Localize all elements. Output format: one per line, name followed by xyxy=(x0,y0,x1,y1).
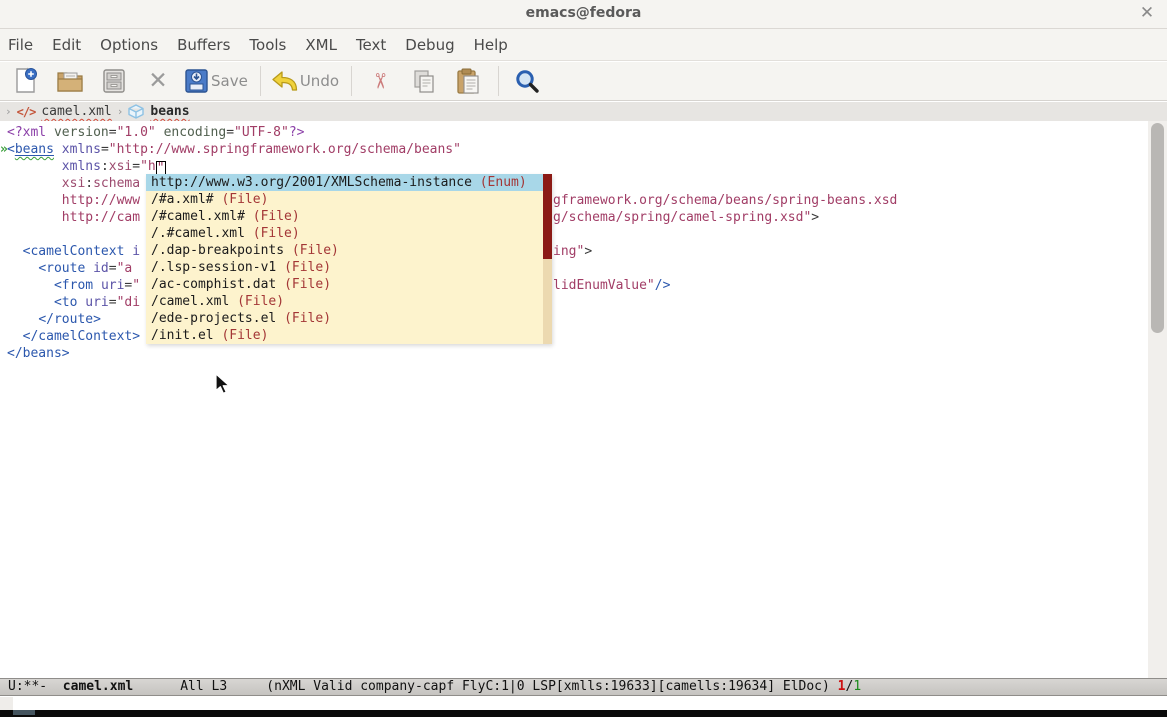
undo-icon xyxy=(271,70,298,92)
editor-buffer[interactable]: » <?xml version="1.0" encoding="UTF-8"?>… xyxy=(0,121,1148,678)
completion-item[interactable]: http://www.w3.org/2001/XMLSchema-instanc… xyxy=(146,174,552,191)
breadcrumb-separator-icon: › xyxy=(117,105,124,118)
popup-scrollbar[interactable] xyxy=(543,174,552,344)
mouse-pointer xyxy=(215,373,231,395)
mode-line: U:**- camel.xml All L3 (nXML Valid compa… xyxy=(0,678,1167,696)
scrollbar-thumb[interactable] xyxy=(1151,123,1164,333)
save-button[interactable]: Save xyxy=(184,64,248,98)
copy-icon xyxy=(412,68,436,94)
menu-item-tools[interactable]: Tools xyxy=(249,36,286,54)
completion-item[interactable]: /#a.xml# (File) xyxy=(146,191,552,208)
menu-item-help[interactable]: Help xyxy=(474,36,508,54)
new-file-button[interactable] xyxy=(8,64,44,98)
cut-button[interactable]: ✂ xyxy=(362,64,398,98)
breadcrumb: › </> camel.xml › beans xyxy=(0,102,1167,121)
close-icon[interactable]: ✕ xyxy=(1137,3,1157,23)
open-file-button[interactable] xyxy=(52,64,88,98)
titlebar[interactable]: emacs@fedora ✕ xyxy=(0,0,1167,29)
search-button[interactable] xyxy=(509,64,545,98)
echo-area[interactable] xyxy=(0,697,1167,710)
close-buffer-button[interactable]: ✕ xyxy=(140,64,176,98)
completion-item[interactable]: /.dap-breakpoints (File) xyxy=(146,242,552,259)
window-title: emacs@fedora xyxy=(0,5,1167,21)
toolbar: ✕ Save Undo ✂ xyxy=(0,62,1167,101)
completion-item[interactable]: /camel.xml (File) xyxy=(146,293,552,310)
completion-item[interactable]: /ede-projects.el (File) xyxy=(146,310,552,327)
completion-item[interactable]: /.lsp-session-v1 (File) xyxy=(146,259,552,276)
breadcrumb-file[interactable]: camel.xml xyxy=(41,104,111,119)
code-line-2: <beans xmlns="http://www.springframework… xyxy=(0,141,1148,158)
menu-item-debug[interactable]: Debug xyxy=(405,36,454,54)
vertical-scrollbar[interactable] xyxy=(1148,121,1167,678)
completion-item[interactable]: /#camel.xml# (File) xyxy=(146,208,552,225)
cube-icon xyxy=(128,104,144,119)
menu-item-xml[interactable]: XML xyxy=(305,36,337,54)
dired-button[interactable] xyxy=(96,64,132,98)
completion-item[interactable]: /.#camel.xml (File) xyxy=(146,225,552,242)
menu-bar: File Edit Options Buffers Tools XML Text Debug H… xyxy=(0,29,1167,61)
code-line-1: <?xml version="1.0" encoding="UTF-8"?> xyxy=(0,124,1148,141)
save-icon xyxy=(184,68,209,94)
resize-grip xyxy=(0,697,13,710)
breadcrumb-element[interactable]: beans xyxy=(150,104,189,119)
code-line-14: </beans> xyxy=(0,345,1148,362)
save-label: Save xyxy=(211,72,248,90)
completion-popup: http://www.w3.org/2001/XMLSchema-instanc… xyxy=(146,174,552,344)
completion-item[interactable]: /init.el (File) xyxy=(146,327,552,344)
undo-button[interactable]: Undo xyxy=(271,64,339,98)
menu-item-buffers[interactable]: Buffers xyxy=(177,36,230,54)
menu-item-edit[interactable]: Edit xyxy=(52,36,81,54)
emacs-window: emacs@fedora ✕ File Edit Options Buffers Too… xyxy=(0,0,1167,717)
new-file-icon xyxy=(14,67,38,95)
close-buffer-icon: ✕ xyxy=(148,70,167,93)
completion-item[interactable]: /ac-comphist.dat (File) xyxy=(146,276,552,293)
xml-tag-icon: </> xyxy=(17,105,36,119)
bottom-edge-accent xyxy=(13,710,35,715)
cut-icon: ✂ xyxy=(368,72,392,90)
bottom-edge-bar xyxy=(0,710,1167,717)
paste-button[interactable] xyxy=(450,64,486,98)
toolbar-separator xyxy=(498,66,499,96)
search-icon xyxy=(514,68,540,94)
popup-scrollbar-thumb[interactable] xyxy=(543,174,552,259)
toolbar-separator xyxy=(351,66,352,96)
breadcrumb-chevron-icon: › xyxy=(5,105,12,118)
undo-label: Undo xyxy=(300,72,339,90)
copy-button[interactable] xyxy=(406,64,442,98)
toolbar-separator xyxy=(260,66,261,96)
code-line-3: xmlns:xsi="h" xyxy=(0,158,1148,175)
open-folder-icon xyxy=(56,69,84,93)
menu-item-options[interactable]: Options xyxy=(100,36,158,54)
file-cabinet-icon xyxy=(102,68,126,94)
menu-item-text[interactable]: Text xyxy=(356,36,386,54)
paste-icon xyxy=(456,68,480,95)
menu-item-file[interactable]: File xyxy=(8,36,33,54)
